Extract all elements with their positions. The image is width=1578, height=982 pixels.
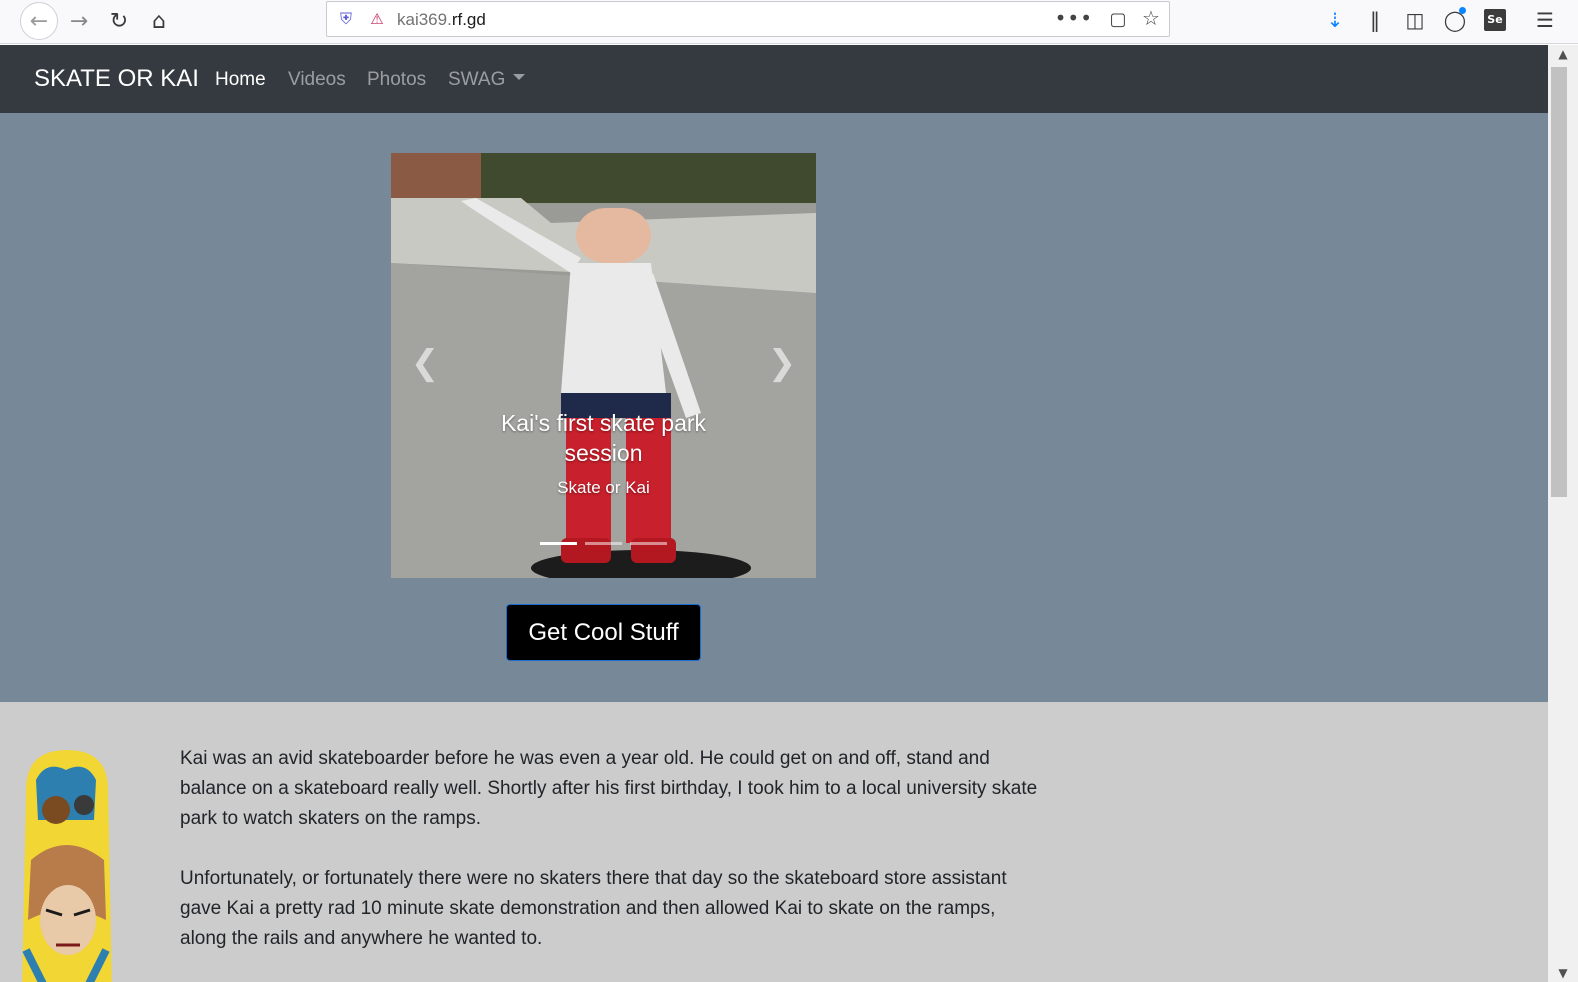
page-actions-more-icon[interactable]: ••• bbox=[1055, 6, 1093, 30]
site-navbar: SKATE OR KAI Home Videos Photos SWAG bbox=[0, 45, 1548, 113]
about-section: Kai was an avid skateboarder before he w… bbox=[0, 702, 1548, 982]
address-bar[interactable]: ⛨ ⚠ kai369.rf.gd ••• ▢ ☆ bbox=[326, 1, 1170, 37]
scrollbar-thumb[interactable] bbox=[1551, 67, 1567, 497]
site-brand[interactable]: SKATE OR KAI bbox=[34, 65, 199, 93]
url-prefix: kai369. bbox=[397, 10, 452, 29]
about-paragraph-1: Kai was an avid skateboarder before he w… bbox=[180, 748, 1038, 829]
nav-photos[interactable]: Photos bbox=[367, 69, 426, 91]
browser-toolbar: ← → ↻ ⌂ ⛨ ⚠ kai369.rf.gd ••• ▢ ☆ ⇣ ‖ ◫ ◯… bbox=[0, 0, 1578, 44]
about-text: Kai was an avid skateboarder before he w… bbox=[180, 744, 1040, 954]
nav-home[interactable]: Home bbox=[215, 69, 266, 91]
page-viewport: SKATE OR KAI Home Videos Photos SWAG ❮ ❯… bbox=[0, 45, 1548, 982]
tracking-shield-icon[interactable]: ⛨ bbox=[335, 8, 357, 30]
carousel-prev-icon[interactable]: ❮ bbox=[405, 343, 445, 383]
library-icon[interactable]: ‖ bbox=[1360, 5, 1390, 35]
carousel-indicators bbox=[540, 542, 667, 545]
carousel-caption: Kai's first skate park session Skate or … bbox=[471, 408, 736, 498]
carousel-caption-title: Kai's first skate park session bbox=[500, 410, 707, 466]
insecure-lock-icon[interactable]: ⚠ bbox=[367, 9, 387, 29]
carousel-slide-image bbox=[391, 153, 816, 578]
pocket-icon[interactable]: ▢ bbox=[1107, 8, 1129, 30]
reload-icon[interactable]: ↻ bbox=[102, 4, 136, 38]
page-scrollbar[interactable]: ▲ ▼ bbox=[1548, 45, 1578, 982]
downloads-icon[interactable]: ⇣ bbox=[1320, 5, 1350, 35]
back-arrow-icon[interactable]: ← bbox=[20, 2, 58, 40]
nav-videos[interactable]: Videos bbox=[288, 69, 346, 91]
carousel-indicator-3[interactable] bbox=[630, 542, 667, 545]
chevron-down-icon bbox=[513, 73, 526, 80]
scroll-up-icon[interactable]: ▲ bbox=[1548, 45, 1578, 63]
hamburger-menu-icon[interactable]: ☰ bbox=[1530, 5, 1560, 35]
scroll-down-icon[interactable]: ▼ bbox=[1548, 964, 1578, 982]
photo-carousel[interactable]: ❮ ❯ Kai's first skate park session Skate… bbox=[391, 153, 816, 578]
bookmark-star-icon[interactable]: ☆ bbox=[1139, 6, 1163, 30]
skateboard-deck-image bbox=[22, 750, 112, 982]
nav-swag-label: SWAG bbox=[448, 69, 506, 90]
carousel-indicator-1[interactable] bbox=[540, 542, 577, 545]
carousel-caption-subtitle: Skate or Kai bbox=[557, 478, 650, 497]
notification-dot bbox=[1459, 7, 1466, 14]
url-text[interactable]: kai369.rf.gd bbox=[397, 10, 486, 30]
forward-arrow-icon[interactable]: → bbox=[62, 4, 96, 38]
home-icon[interactable]: ⌂ bbox=[142, 4, 176, 38]
carousel-indicator-2[interactable] bbox=[585, 542, 622, 545]
url-host: rf.gd bbox=[451, 10, 486, 29]
selenium-extension-icon[interactable]: Se bbox=[1480, 5, 1510, 35]
about-paragraph-2: Unfortunately, or fortunately there were… bbox=[180, 868, 1007, 949]
hero-section: ❮ ❯ Kai's first skate park session Skate… bbox=[0, 113, 1548, 702]
nav-swag-dropdown[interactable]: SWAG bbox=[448, 69, 526, 91]
account-icon[interactable]: ◯ bbox=[1440, 5, 1470, 35]
sidebar-icon[interactable]: ◫ bbox=[1400, 5, 1430, 35]
carousel-next-icon[interactable]: ❯ bbox=[762, 343, 802, 383]
get-cool-stuff-button[interactable]: Get Cool Stuff bbox=[506, 604, 701, 661]
